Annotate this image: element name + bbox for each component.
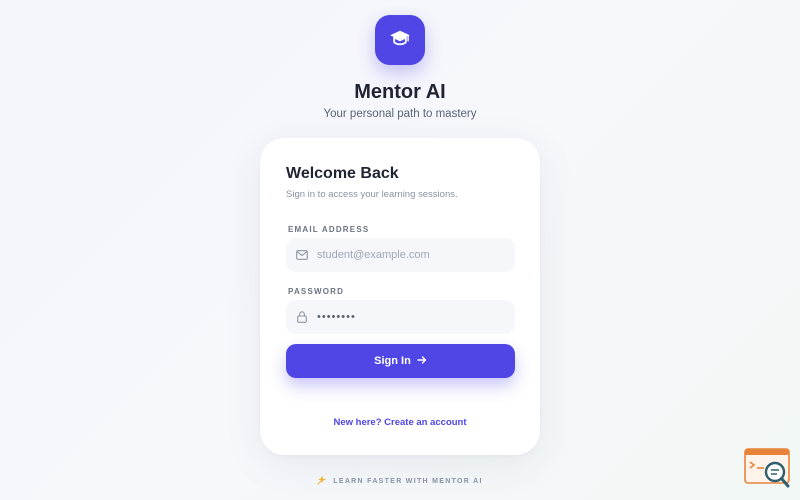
email-input[interactable]	[317, 249, 497, 261]
email-field[interactable]	[286, 238, 515, 272]
create-account-link[interactable]: New here? Create an account	[260, 417, 540, 428]
login-title: Welcome Back	[286, 165, 399, 182]
footer-tagline: LEARN FASTER WITH MENTOR AI	[0, 475, 800, 487]
graduation-cap-icon	[389, 29, 411, 52]
password-field[interactable]: ••••••••	[286, 300, 515, 334]
search-code-badge-icon	[744, 448, 792, 490]
footer-text: LEARN FASTER WITH MENTOR AI	[333, 477, 483, 485]
password-input[interactable]: ••••••••	[317, 311, 356, 323]
app-tagline: Your personal path to mastery	[323, 108, 477, 120]
login-card: Welcome Back Sign in to access your lear…	[260, 138, 540, 455]
app-logo	[375, 15, 425, 65]
login-subtitle: Sign in to access your learning sessions…	[286, 189, 458, 200]
email-label: EMAIL ADDRESS	[288, 225, 370, 234]
lock-icon	[296, 311, 308, 323]
arrow-right-icon	[417, 355, 427, 368]
sign-in-button[interactable]: Sign In	[286, 344, 515, 378]
mail-icon	[296, 249, 308, 261]
brand-header: Mentor AI Your personal path to mastery	[0, 15, 800, 121]
sign-in-label: Sign In	[374, 355, 411, 367]
password-label: PASSWORD	[288, 287, 345, 296]
app-name: Mentor AI	[354, 81, 446, 103]
sparkle-icon	[317, 475, 328, 487]
